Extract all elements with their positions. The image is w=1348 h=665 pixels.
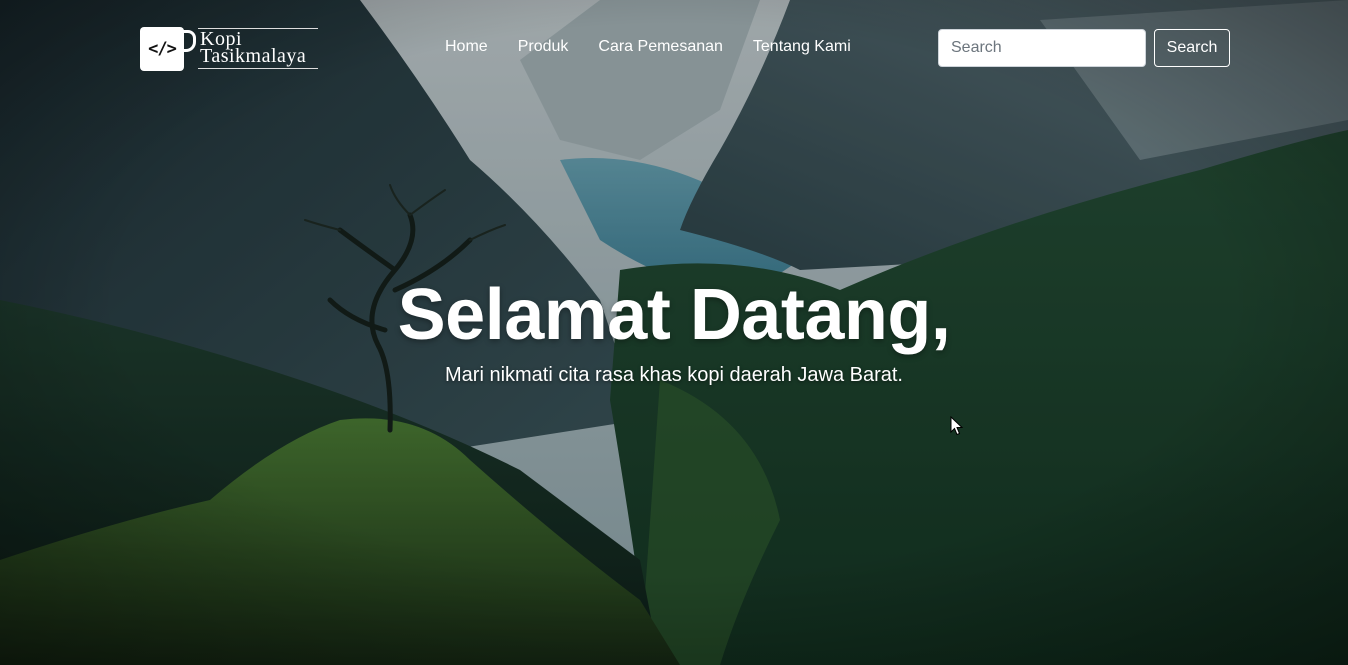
hero-title: Selamat Datang, <box>397 275 951 355</box>
logo-text-line2: Tasikmalaya <box>200 45 307 67</box>
nav-link-home[interactable]: Home <box>445 38 488 56</box>
cup-handle-icon <box>182 30 196 52</box>
nav-menu: Home Produk Cara Pemesanan Tentang Kami <box>445 38 881 56</box>
nav-link-tentang-kami[interactable]: Tentang Kami <box>753 38 851 56</box>
navbar: </> Kopi Tasikmalaya Home Produk Cara Pe… <box>0 0 1348 95</box>
brand-logo[interactable]: </> Kopi Tasikmalaya <box>140 26 320 72</box>
hero-content: Selamat Datang, Mari nikmati cita rasa k… <box>0 272 1348 387</box>
search-button[interactable]: Search <box>1154 29 1230 67</box>
code-cup-icon: </> <box>140 27 184 71</box>
mouse-cursor-icon <box>950 416 964 436</box>
logo-divider-bottom <box>198 68 318 69</box>
search-input[interactable] <box>938 29 1146 67</box>
hero-section: </> Kopi Tasikmalaya Home Produk Cara Pe… <box>0 0 1348 665</box>
search-form: Search <box>938 29 1230 67</box>
nav-link-produk[interactable]: Produk <box>518 38 569 56</box>
hero-subtitle: Mari nikmati cita rasa khas kopi daerah … <box>445 364 903 386</box>
nav-link-cara-pemesanan[interactable]: Cara Pemesanan <box>598 38 723 56</box>
